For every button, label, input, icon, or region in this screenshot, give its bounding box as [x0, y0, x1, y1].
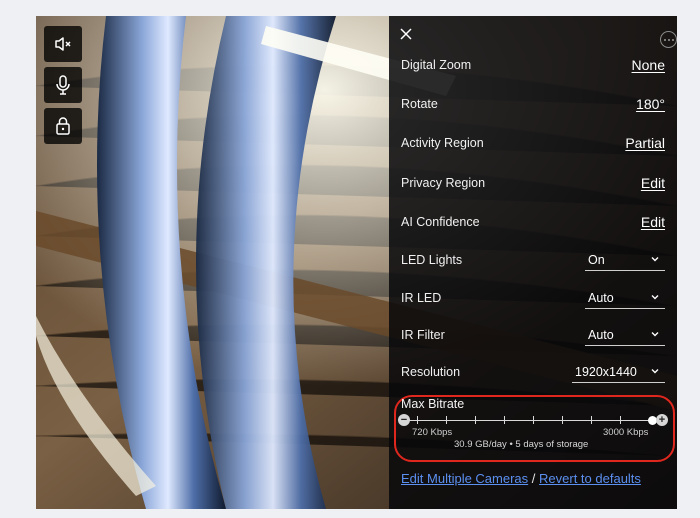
setting-label: IR LED: [401, 291, 442, 305]
bitrate-title: Max Bitrate: [401, 397, 465, 411]
setting-label: Privacy Region: [401, 176, 486, 190]
setting-row-rotate: Rotate 180°: [401, 92, 665, 116]
setting-label: Activity Region: [401, 136, 484, 150]
slider-tick: [417, 416, 418, 424]
bitrate-min-label: 720 Kbps: [412, 427, 453, 438]
slider-tick: [533, 416, 534, 424]
revert-to-defaults-link[interactable]: Revert to defaults: [539, 471, 641, 486]
select-value: 1920x1440: [575, 364, 637, 379]
led-lights-select[interactable]: On: [585, 250, 665, 271]
setting-label: AI Confidence: [401, 215, 480, 229]
footer-links: Edit Multiple Cameras / Revert to defaul…: [401, 471, 641, 486]
chevron-down-icon: [651, 368, 659, 373]
microphone-button[interactable]: [44, 67, 82, 103]
select-value: Auto: [588, 290, 614, 305]
slider-tick: [562, 416, 563, 424]
more-options-button[interactable]: [660, 31, 677, 48]
ir-led-select[interactable]: Auto: [585, 288, 665, 309]
setting-row-led-lights: LED Lights On: [401, 248, 665, 272]
activity-region-link[interactable]: Partial: [625, 135, 665, 151]
chevron-down-icon: [651, 294, 659, 299]
setting-row-ai-confidence: AI Confidence Edit: [401, 210, 665, 234]
select-value: On: [588, 252, 605, 267]
edit-multiple-cameras-link[interactable]: Edit Multiple Cameras: [401, 471, 528, 486]
link-separator: /: [531, 471, 536, 486]
microphone-icon: [53, 74, 73, 96]
slider-tick: [591, 416, 592, 424]
ir-filter-select[interactable]: Auto: [585, 325, 665, 346]
select-value: Auto: [588, 327, 614, 342]
digital-zoom-link[interactable]: None: [632, 57, 665, 73]
slider-tick: [475, 416, 476, 424]
setting-label: Resolution: [401, 365, 461, 379]
setting-label: Digital Zoom: [401, 58, 472, 72]
camera-viewer: Digital Zoom None Rotate 180° Activity R…: [36, 16, 677, 509]
plus-icon: +: [658, 414, 666, 426]
setting-label: IR Filter: [401, 328, 445, 342]
decrease-bitrate-button[interactable]: −: [398, 414, 410, 426]
setting-label: LED Lights: [401, 253, 463, 267]
more-dot-icon: [663, 38, 666, 41]
resolution-select[interactable]: 1920x1440: [572, 362, 665, 383]
setting-label: Rotate: [401, 97, 438, 111]
increase-bitrate-button[interactable]: +: [656, 414, 668, 426]
close-button[interactable]: [398, 26, 414, 42]
slider-tick: [504, 416, 505, 424]
speaker-mute-icon: [53, 34, 73, 54]
privacy-region-edit-link[interactable]: Edit: [641, 175, 665, 191]
ai-confidence-edit-link[interactable]: Edit: [641, 214, 665, 230]
more-dot-icon: [667, 38, 670, 41]
chevron-down-icon: [651, 331, 659, 336]
chevron-down-icon: [651, 256, 659, 261]
more-dot-icon: [671, 38, 674, 41]
setting-row-ir-filter: IR Filter Auto: [401, 323, 665, 347]
setting-row-resolution: Resolution 1920x1440: [401, 360, 665, 384]
mute-button[interactable]: [44, 26, 82, 62]
lock-button[interactable]: [44, 108, 82, 144]
setting-row-digital-zoom: Digital Zoom None: [401, 53, 665, 77]
bitrate-max-label: 3000 Kbps: [603, 427, 649, 438]
setting-row-activity-region: Activity Region Partial: [401, 131, 665, 155]
slider-tick: [620, 416, 621, 424]
lock-icon: [53, 115, 73, 137]
rotate-link[interactable]: 180°: [636, 96, 665, 112]
minus-icon: −: [400, 414, 408, 426]
bitrate-summary: 30.9 GB/day • 5 days of storage: [454, 439, 589, 450]
setting-row-privacy-region: Privacy Region Edit: [401, 171, 665, 195]
close-icon: [400, 28, 412, 40]
slider-tick: [446, 416, 447, 424]
setting-row-ir-led: IR LED Auto: [401, 286, 665, 310]
